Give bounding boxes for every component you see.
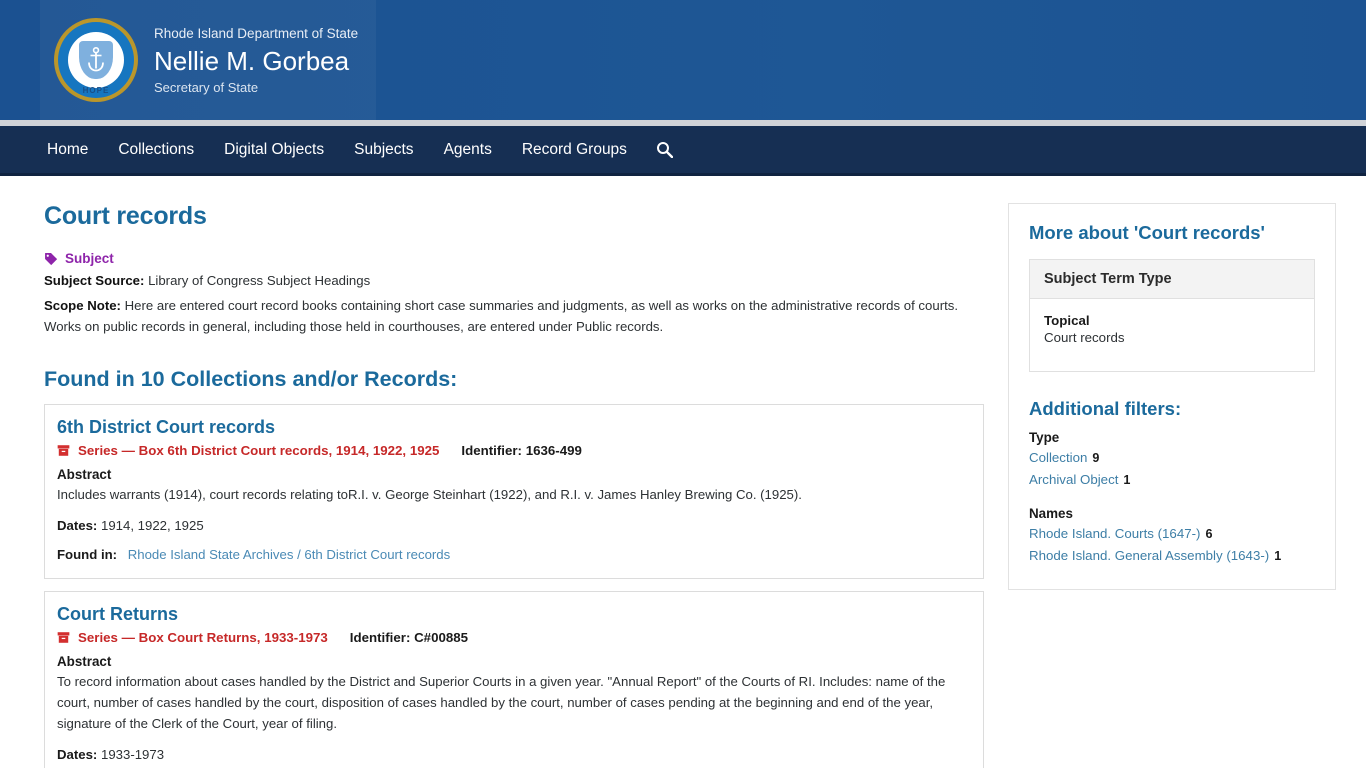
abstract-label: Abstract <box>57 653 112 669</box>
dates-label: Dates: <box>57 517 98 533</box>
archive-box-icon <box>57 445 70 457</box>
anchor-shield-icon <box>79 41 113 79</box>
filter-count: 9 <box>1092 451 1100 465</box>
filter-group-label: Names <box>1029 505 1073 521</box>
brand-block[interactable]: HOPE Rhode Island Department of State Ne… <box>40 0 358 120</box>
abstract-text: To record information about cases handle… <box>57 673 946 732</box>
search-icon[interactable] <box>642 125 687 175</box>
abstract-label: Abstract <box>57 467 112 483</box>
found-in-link[interactable]: Rhode Island State Archives / 6th Distri… <box>128 547 451 562</box>
seal-outer-ring: HOPE <box>58 22 134 98</box>
record-title[interactable]: 6th District Court records <box>57 417 971 438</box>
record-series-label: Series — Box 6th District Court records,… <box>78 443 440 459</box>
subject-badge-label: Subject <box>65 251 114 266</box>
more-about-title: More about 'Court records' <box>1029 222 1265 243</box>
filter-link-collection[interactable]: Collection <box>1029 450 1087 465</box>
filter-spacer <box>1029 491 1315 506</box>
record-identifier: Identifier: C#00885 <box>350 630 468 645</box>
record-identifier: Identifier: 1636-499 <box>461 443 581 458</box>
filter-group-names: Names Rhode Island. Courts (1647-) 6 Rhod… <box>1029 506 1315 567</box>
archive-box-icon <box>57 631 70 643</box>
subject-term-type-header: Subject Term Type <box>1030 260 1314 299</box>
nav-item-home[interactable]: Home <box>32 125 103 175</box>
record-badge-row: Series — Box 6th District Court records,… <box>57 443 971 458</box>
sidebar-column: More about 'Court records' Subject Term … <box>998 176 1336 768</box>
term-type-value: Court records <box>1044 330 1125 345</box>
dates-label: Dates: <box>57 746 98 762</box>
page-body: Court records Subject Subject Source: Li… <box>0 176 1366 768</box>
record-card[interactable]: Court Returns Series — Box Court Returns… <box>44 590 984 768</box>
official-role: Secretary of State <box>154 80 259 96</box>
seal-inner-circle <box>68 32 124 88</box>
nav-item-collections[interactable]: Collections <box>103 125 209 175</box>
record-identifier-value: C#00885 <box>414 629 469 645</box>
additional-filters-title: Additional filters: <box>1029 398 1182 419</box>
filter-row: Collection 9 <box>1029 447 1315 469</box>
more-about-panel: More about 'Court records' Subject Term … <box>1008 203 1336 590</box>
dates-value: 1933-1973 <box>100 746 165 762</box>
nav-item-subjects[interactable]: Subjects <box>339 125 428 175</box>
official-name: Nellie M. Gorbea <box>154 45 350 76</box>
filter-link-archival-object[interactable]: Archival Object <box>1029 472 1118 487</box>
record-title[interactable]: Court Returns <box>57 604 971 625</box>
state-seal-logo[interactable]: HOPE <box>54 18 138 102</box>
record-badge-row: Series — Box Court Returns, 1933-1973 Id… <box>57 630 971 645</box>
record-series-label: Series — Box Court Returns, 1933-1973 <box>78 629 328 645</box>
filter-row: Rhode Island. Courts (1647-) 6 <box>1029 523 1315 545</box>
filter-count: 1 <box>1123 472 1131 487</box>
scope-note-line: Scope Note: Here are entered court recor… <box>44 296 984 337</box>
filter-row: Rhode Island. General Assembly (1643-) 1 <box>1029 545 1315 567</box>
subject-source-line: Subject Source: Library of Congress Subj… <box>44 271 984 291</box>
site-header: HOPE Rhode Island Department of State Ne… <box>0 0 1366 120</box>
nav-item-record-groups[interactable]: Record Groups <box>507 125 642 175</box>
found-in-label: Found in: <box>57 546 118 562</box>
found-in-line: Found in: Rhode Island State Archives / … <box>57 547 971 562</box>
dates-value: 1914, 1922, 1925 <box>100 517 204 533</box>
seal-motto: HOPE <box>82 86 110 95</box>
subject-term-type-box: Subject Term Type Topical Court records <box>1029 259 1315 372</box>
dates-line: Dates: 1933-1973 <box>57 747 971 762</box>
subject-source-label: Subject Source: <box>44 273 145 288</box>
scope-note-value: Here are entered court record books cont… <box>44 298 959 334</box>
subject-badge: Subject <box>44 251 984 266</box>
main-navigation: Home Collections Digital Objects Subject… <box>0 126 1366 176</box>
record-identifier-value: 1636-499 <box>525 443 582 459</box>
subject-source-value: Library of Congress Subject Headings <box>148 273 371 288</box>
page-title: Court records <box>44 202 207 230</box>
dates-line: Dates: 1914, 1922, 1925 <box>57 518 971 533</box>
tag-icon <box>45 252 58 265</box>
brand-text-block: Rhode Island Department of State Nellie … <box>154 25 358 96</box>
anchor-icon <box>88 47 104 72</box>
department-name: Rhode Island Department of State <box>154 25 359 41</box>
main-column: Court records Subject Subject Source: Li… <box>30 176 998 768</box>
filter-group-label: Type <box>1029 430 1060 445</box>
nav-item-agents[interactable]: Agents <box>429 125 507 175</box>
filter-link-ri-general-assembly[interactable]: Rhode Island. General Assembly (1643-) <box>1029 548 1269 563</box>
filter-link-ri-courts[interactable]: Rhode Island. Courts (1647-) <box>1029 526 1200 541</box>
record-identifier-label: Identifier: <box>349 629 411 645</box>
filter-count: 6 <box>1205 526 1213 541</box>
subject-term-type-body: Topical Court records <box>1030 299 1314 371</box>
filter-row: Archival Object 1 <box>1029 469 1315 491</box>
nav-item-digital-objects[interactable]: Digital Objects <box>209 125 339 175</box>
abstract-text: Includes warrants (1914), court records … <box>57 487 802 503</box>
record-identifier-label: Identifier: <box>461 443 522 459</box>
found-in-heading: Found in 10 Collections and/or Records: <box>44 367 458 392</box>
filter-count: 1 <box>1274 548 1282 563</box>
term-type-label: Topical <box>1044 313 1090 328</box>
filter-group-type: Type Collection 9 Archival Object 1 <box>1029 430 1315 491</box>
record-card[interactable]: 6th District Court records Series — Box … <box>44 404 984 579</box>
scope-note-label: Scope Note: <box>44 298 121 314</box>
